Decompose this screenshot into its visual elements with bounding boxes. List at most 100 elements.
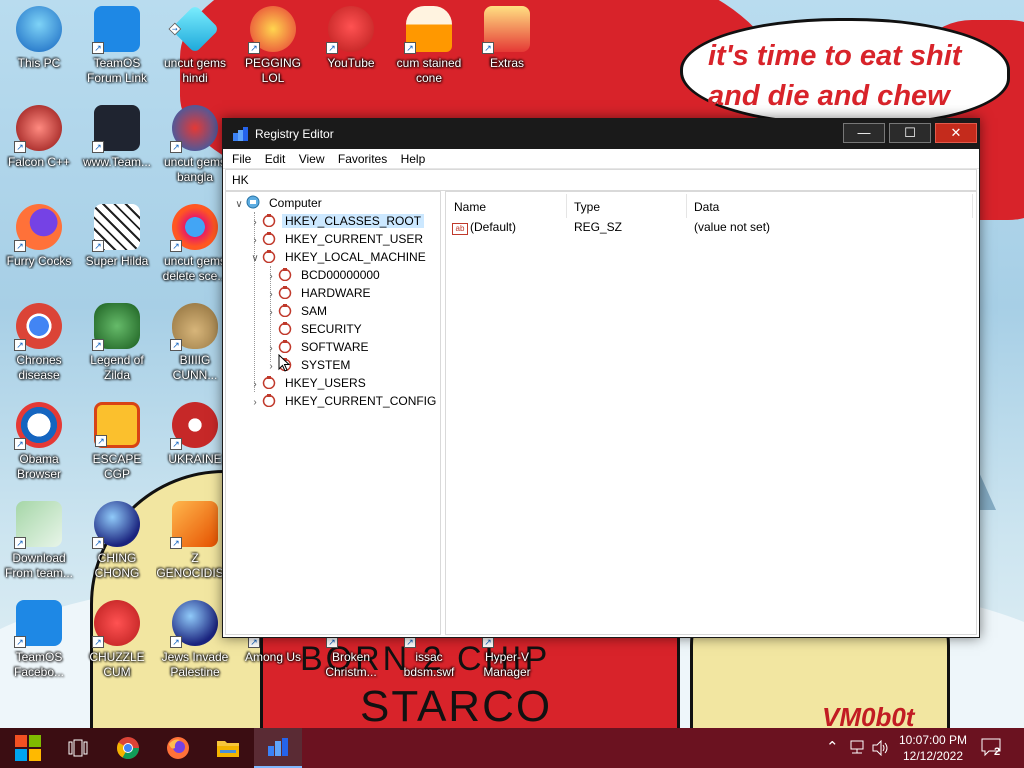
chevron-down-icon[interactable]: ∨ <box>232 196 246 214</box>
shortcut-arrow-icon: ↗ <box>92 636 104 648</box>
registry-hive-icon <box>262 394 276 407</box>
two-icon: ↗ <box>170 105 218 153</box>
shortcut-arrow-icon: ↗ <box>14 537 26 549</box>
desktop-icon-label: TeamOS Forum Link <box>86 56 148 85</box>
desktop-icon-youtube[interactable]: ↗ YouTube <box>312 0 390 96</box>
menu-help[interactable]: Help <box>396 149 431 169</box>
registry-editor-icon <box>268 738 288 756</box>
desktop-icon-label: www.Team... <box>82 155 151 169</box>
desktop-icon-cum-stained-cone[interactable]: ↗ cum stained cone <box>390 0 468 96</box>
shortcut-arrow-icon: ↗ <box>404 42 416 54</box>
mahjong-icon: ↗ <box>94 402 140 448</box>
gear-icon: ↗ <box>92 6 140 54</box>
gem-ring-icon: ↗ <box>170 204 218 252</box>
folder-icon: ↗ <box>482 6 530 54</box>
desktop-icon-label: Jews Invade Palestine <box>161 650 229 679</box>
desktop-icon-label: Super Hilda <box>85 254 149 268</box>
desktop-icon-label: Legend of Zilda <box>90 353 144 382</box>
shortcut-arrow-icon: ↗ <box>170 141 182 153</box>
network-icon <box>850 740 864 754</box>
desktop-icon-teamos-facebo[interactable]: ↗ TeamOS Facebo... <box>0 594 78 690</box>
taskbar-chrome[interactable] <box>104 728 152 768</box>
tree-node-hkey-current-config[interactable]: › HKEY_CURRENT_CONFIG <box>248 392 439 410</box>
desktop-icon-falcon-c[interactable]: ↗ Falcon C++ <box>0 99 78 195</box>
desktop-icon-obama-browser[interactable]: ↗ Obama Browser <box>0 396 78 492</box>
speaker-icon <box>872 740 888 756</box>
desktop-icon-label: issac bdsm.swf <box>403 650 455 679</box>
desktop-icon-label: PEGGING LOL <box>244 56 301 85</box>
gear-icon: ↗ <box>14 600 62 648</box>
close-button[interactable]: ✕ <box>935 123 977 143</box>
desktop-icon-label: CHUZZLE CUM <box>89 650 145 679</box>
taskbar-registry-editor[interactable] <box>254 728 302 768</box>
desktop-icon-www-team[interactable]: ↗ www.Team... <box>78 99 156 195</box>
desktop-icon-furry-cocks[interactable]: ↗ Furry Cocks <box>0 198 78 294</box>
registry-editor-window[interactable]: Registry Editor — ☐ ✕ File Edit View Fav… <box>222 118 980 638</box>
registry-key-icon <box>278 286 292 299</box>
desktop-icon-extras[interactable]: ↗ Extras <box>468 0 546 96</box>
chevron-up-icon: ⌃ <box>826 739 839 756</box>
tree-node-security[interactable]: SECURITY <box>264 320 365 338</box>
tree-node-hkey-current-user[interactable]: › HKEY_CURRENT_USER <box>248 230 426 248</box>
shortcut-arrow-icon: ↗ <box>92 141 104 153</box>
desktop-icon-legend-of-zilda[interactable]: ↗ Legend of Zilda <box>78 297 156 393</box>
minimize-button[interactable]: — <box>843 123 885 143</box>
tree-node-hkey-local-machine[interactable]: ∨ HKEY_LOCAL_MACHINE <box>248 248 429 266</box>
task-view-button[interactable] <box>54 728 102 768</box>
folder-icon <box>217 741 239 757</box>
system-clock[interactable]: 10:07:00 PM 12/12/2022 <box>896 732 970 764</box>
column-header-name[interactable]: Name <box>454 200 486 214</box>
column-header-data[interactable]: Data <box>694 200 719 214</box>
desktop-icon-chuzzle-cum[interactable]: ↗ CHUZZLE CUM <box>78 594 156 690</box>
registry-editor-icon <box>233 127 248 141</box>
menu-favorites[interactable]: Favorites <box>333 149 392 169</box>
artist-signature: VM0b0t <box>822 702 915 728</box>
chrome-icon <box>117 737 139 759</box>
column-header-type[interactable]: Type <box>574 200 600 214</box>
start-button[interactable] <box>4 728 52 768</box>
menu-bar: File Edit View Favorites Help <box>223 149 979 169</box>
computer-icon <box>246 195 260 209</box>
title-bar[interactable]: Registry Editor — ☐ ✕ <box>223 119 979 149</box>
registry-hive-icon <box>262 250 276 263</box>
desktop-icon-ching-chong[interactable]: ↗ CHING CHONG <box>78 495 156 591</box>
desktop-icon-label: ESCAPE CGP <box>92 452 142 481</box>
book-icon: ↗ <box>92 105 140 153</box>
tree-node-hardware[interactable]: › HARDWARE <box>264 284 374 302</box>
desktop-icon-escape-cgp[interactable]: ↗ ESCAPE CGP <box>78 396 156 492</box>
desktop-icon-uncut-gems-hindi[interactable]: ↗ uncut gems hindi <box>156 0 234 96</box>
tree-node-sam[interactable]: › SAM <box>264 302 330 320</box>
shortcut-arrow-icon: ↗ <box>170 636 182 648</box>
firefox-icon <box>167 737 189 759</box>
desktop-icon-teamos-forum-link[interactable]: ↗ TeamOS Forum Link <box>78 0 156 96</box>
menu-edit[interactable]: Edit <box>260 149 291 169</box>
shortcut-arrow-icon: ↗ <box>14 438 26 450</box>
shortcut-arrow-icon: ↗ <box>170 240 182 252</box>
desktop-icon-super-hilda[interactable]: ↗ Super Hilda <box>78 198 156 294</box>
tree-node-hkey-classes-root[interactable]: › HKEY_CLASSES_ROOT <box>248 212 425 230</box>
values-list-pane[interactable]: Name Type Data ab (Default) REG_SZ (value… <box>445 191 977 635</box>
menu-view[interactable]: View <box>294 149 330 169</box>
desktop-icon-pegging-lol[interactable]: ↗ PEGGING LOL <box>234 0 312 96</box>
taskbar-firefox[interactable] <box>154 728 202 768</box>
maximize-button[interactable]: ☐ <box>889 123 931 143</box>
chevron-down-icon[interactable]: ∨ <box>248 250 262 268</box>
menu-file[interactable]: File <box>227 149 256 169</box>
desktop-icon-label: This PC <box>17 56 61 70</box>
taskbar-file-explorer[interactable] <box>204 728 252 768</box>
notification-center-button[interactable]: 2 <box>980 736 1006 760</box>
key-tree-pane[interactable]: ∨ Computer › HKEY_CLASSES_ROOT › HKEY_CURRE… <box>225 191 441 635</box>
address-bar[interactable]: HK <box>225 169 977 191</box>
shortcut-arrow-icon: ↗ <box>168 22 182 36</box>
tree-node-bcd[interactable]: › BCD00000000 <box>264 266 383 284</box>
desktop-icon-label: cum stained cone <box>396 56 462 85</box>
desktop-icon-chrones-disease[interactable]: ↗ Chrones disease <box>0 297 78 393</box>
obama-logo-icon: ↗ <box>14 402 62 450</box>
desktop-icon-this-pc[interactable]: This PC <box>0 0 78 96</box>
desktop-icon-download-from-team[interactable]: ↗ Download From team... <box>0 495 78 591</box>
chevron-right-icon[interactable]: › <box>248 394 262 412</box>
tree-node-computer[interactable]: ∨ Computer <box>232 194 325 212</box>
tree-node-hkey-users[interactable]: › HKEY_USERS <box>248 374 369 392</box>
orb-icon: ↗ <box>170 600 218 648</box>
notepad-icon: ↗ <box>14 501 62 549</box>
